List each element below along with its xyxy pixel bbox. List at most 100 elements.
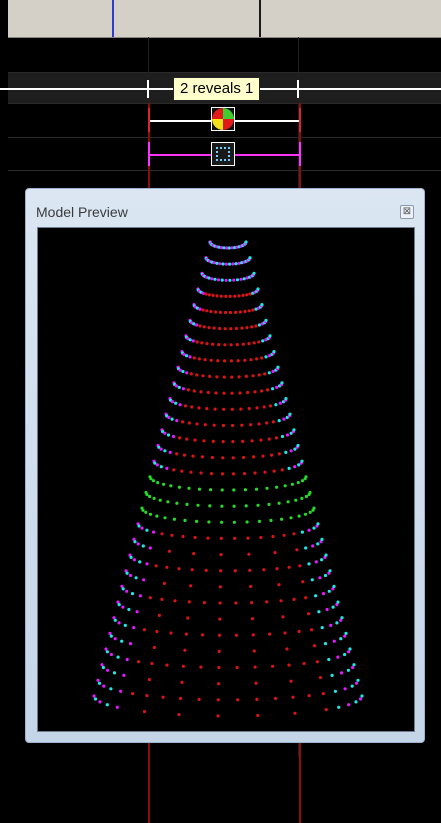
model-pixel <box>208 374 212 378</box>
model-preview-panel[interactable]: Model Preview ⊠ <box>25 188 425 743</box>
model-pixel <box>278 401 282 405</box>
model-pixel <box>220 488 224 492</box>
model-pixel <box>223 310 228 315</box>
model-pixel <box>195 323 199 327</box>
model-pixel <box>221 262 225 266</box>
model-pixel <box>237 261 241 265</box>
model-pixel <box>260 356 264 360</box>
preview-canvas[interactable] <box>37 227 415 732</box>
effect-end-handle[interactable] <box>297 80 299 98</box>
play-position-marker[interactable] <box>112 0 114 37</box>
model-pixel <box>224 262 228 266</box>
model-pixel <box>166 500 170 504</box>
timeline-row-1[interactable] <box>8 38 441 73</box>
model-pixel <box>245 326 249 330</box>
color-wash-effect-icon[interactable] <box>211 107 235 131</box>
model-pixel <box>333 689 337 693</box>
model-pixel <box>255 697 259 701</box>
model-pixel <box>206 536 210 540</box>
model-pixel <box>316 522 320 526</box>
model-pixel <box>178 696 183 701</box>
model-pixel <box>242 277 246 281</box>
model-pixel <box>321 592 326 596</box>
model-pixel <box>293 465 297 469</box>
model-pixel <box>304 546 308 550</box>
model-pixel <box>250 617 255 621</box>
model-pixel <box>209 309 213 314</box>
model-pixel <box>141 508 145 512</box>
model-pixel <box>154 564 158 568</box>
model-pixel <box>196 503 200 507</box>
model-pixel <box>212 326 216 330</box>
model-pixel <box>97 681 102 685</box>
time-ruler[interactable] <box>8 0 441 38</box>
model-pixel <box>131 692 135 696</box>
model-pixel <box>275 567 279 571</box>
effect-start-handle[interactable] <box>148 142 150 166</box>
model-pixel <box>92 694 96 698</box>
model-pixel <box>199 390 203 394</box>
model-pixel <box>200 455 204 459</box>
model-pixel <box>262 405 266 409</box>
model-pixel <box>308 510 312 514</box>
effect-start-handle[interactable] <box>148 108 150 132</box>
model-pixel <box>185 371 189 375</box>
close-icon[interactable]: ⊠ <box>400 205 414 219</box>
effect-end-handle[interactable] <box>299 108 301 132</box>
model-pixel <box>147 678 151 682</box>
dashed-square-effect-icon[interactable] <box>211 142 235 166</box>
model-pixel <box>247 552 251 556</box>
effect-end-handle[interactable] <box>299 142 301 166</box>
model-pixel <box>303 512 308 516</box>
model-pixel <box>188 355 192 359</box>
model-pixel <box>283 484 287 488</box>
model-pixel <box>247 342 251 346</box>
model-pixel <box>289 516 293 520</box>
model-pixel <box>145 562 149 566</box>
model-pixel <box>293 711 297 715</box>
model-pixel <box>287 565 291 569</box>
model-pixel <box>189 470 193 474</box>
model-pixel <box>282 533 286 537</box>
model-pixel <box>192 389 196 393</box>
model-pixel <box>218 262 222 266</box>
model-pixel <box>265 486 269 490</box>
model-pixel <box>165 565 169 569</box>
model-pixel <box>300 459 304 463</box>
model-pixel <box>325 607 329 612</box>
model-pixel <box>167 415 171 420</box>
model-pixel <box>155 463 159 467</box>
model-pixel <box>240 423 244 427</box>
model-pixel <box>251 374 255 378</box>
model-pixel <box>222 391 226 395</box>
model-pixel <box>248 568 252 572</box>
model-pixel <box>159 465 163 469</box>
model-pixel <box>249 584 253 589</box>
model-pixel <box>261 339 265 343</box>
model-pixel <box>228 262 232 266</box>
model-pixel <box>344 631 348 635</box>
model-pixel <box>201 291 205 295</box>
model-pixel <box>243 488 247 492</box>
model-pixel <box>170 417 174 421</box>
model-pixel <box>310 628 314 632</box>
model-pixel <box>169 484 173 488</box>
model-pixel <box>192 322 196 326</box>
model-pixel <box>248 292 252 296</box>
ruler-marker[interactable] <box>259 0 261 37</box>
model-pixel <box>234 310 238 314</box>
model-pixel <box>106 668 110 672</box>
model-pixel <box>183 648 187 652</box>
model-pixel <box>202 601 206 605</box>
model-pixel <box>327 589 331 593</box>
model-pixel <box>132 558 136 562</box>
model-pixel <box>274 436 278 440</box>
model-pixel <box>310 578 314 582</box>
model-pixel <box>229 327 233 331</box>
model-pixel <box>283 631 287 635</box>
model-pixel <box>256 713 260 718</box>
effect-start-handle[interactable] <box>147 80 149 98</box>
model-pixel <box>216 359 220 363</box>
model-pixel <box>291 695 295 699</box>
model-pixel <box>352 663 356 667</box>
